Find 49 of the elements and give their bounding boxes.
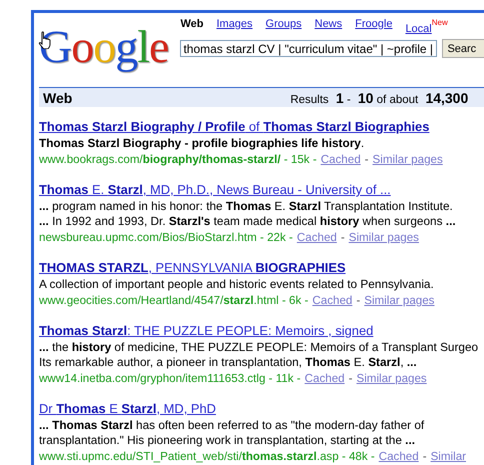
separator: - [364,152,369,168]
cached-link[interactable]: Cached [320,151,361,168]
result-snippet: ... Thomas Starzl has often been referred to as "the modern-day father of [39,418,426,433]
result-snippet: ... the history of medicine, THE PUZZLE PEOPLE: Memoirs of a Transplant Surgeo [39,340,480,355]
result-snippet: transplantation." His pioneering work in transplantation, starting at the ... [39,433,416,448]
cached-link[interactable]: Cached [296,229,337,246]
logo-letter: e [149,21,168,72]
result-snippet: A collection of important people and historic events related to Pennsylvania. [39,277,435,292]
result-snippet: ... In 1992 and 1993, Dr. Starzl's team made medical history when surgeons ... [39,214,457,229]
result-snippet: Its remarkable author, a pioneer in transplantation, Thomas E. Starzl, ... [39,355,418,370]
result-title-link[interactable]: Thomas Starzl Biography / Profile of Thomas Starzl Biographies [39,117,430,136]
similar-pages-link[interactable]: Similar [430,448,466,465]
separator: - [348,371,352,387]
search-field[interactable]: thomas starzl CV | "curriculum vitae" | ~profile | [180,40,438,57]
similar-pages-link[interactable]: Similar pages [348,229,419,246]
nav-tab[interactable]: Local$^{New}$ [405,18,448,35]
result-title-link[interactable]: Thomas Starzl: THE PUZZLE PEOPLE: Memoirs , signed [39,321,374,340]
logo-letter: g [115,21,138,72]
logo-letter: l [137,21,150,72]
nav-tab[interactable]: Images [216,18,253,35]
result-url: www14.inetba.com/gryphon/item111653.ctlg - 11k - [39,371,301,387]
result-url: www.sti.upmc.edu/STI_Patient_web/sti/thomas.starzl.asp - 48k - [39,449,375,465]
section-title: Web [43,90,72,106]
result-snippet: Thomas Starzl Biography - profile biographies life history. [39,136,366,151]
cached-link[interactable]: Cached [304,370,345,387]
nav-tab[interactable]: News [314,18,342,35]
similar-pages-link[interactable]: Similar pages [364,292,434,309]
nav-tab[interactable]: Groups [266,18,302,35]
similar-pages-link[interactable]: Similar pages [356,370,427,387]
nav-tab[interactable]: Web [180,18,204,35]
result-url: www.geocities.com/Heartland/4547/starzl.html - 6k - [39,293,308,309]
search-button[interactable]: Searc [442,39,484,58]
similar-pages-link[interactable]: Similar pages [372,151,443,168]
result-snippet: ... program named in his honor: the Thomas E. Starzl Transplantation Institute. [39,199,454,214]
cached-link[interactable]: Cached [312,292,352,309]
results-count: Results 1 - 10 of about 14,300 [290,90,468,106]
result-title-link[interactable]: THOMAS STARZL, PENNSYLVANIA BIOGRAPHIES [39,258,346,277]
separator: - [340,230,345,246]
logo-letter: o [71,21,94,72]
nav-tab[interactable]: Froogle [355,18,392,35]
logo-letter: o [93,21,116,72]
new-label: New [432,18,448,27]
cached-link[interactable]: Cached [378,448,419,465]
separator: - [422,449,427,465]
separator: - [356,293,360,309]
result-title-link[interactable]: Dr Thomas E Starzl, MD, PhD [39,399,216,418]
result-title-link[interactable]: Thomas E. Starzl, MD, Ph.D., News Bureau - University of ... [39,180,391,199]
result-url: www.bookrags.com/biography/thomas-starzl/ - 15k - [39,152,317,168]
result-url: newsbureau.upmc.com/Bios/BioStarzl.htm - 22k - [39,230,293,246]
